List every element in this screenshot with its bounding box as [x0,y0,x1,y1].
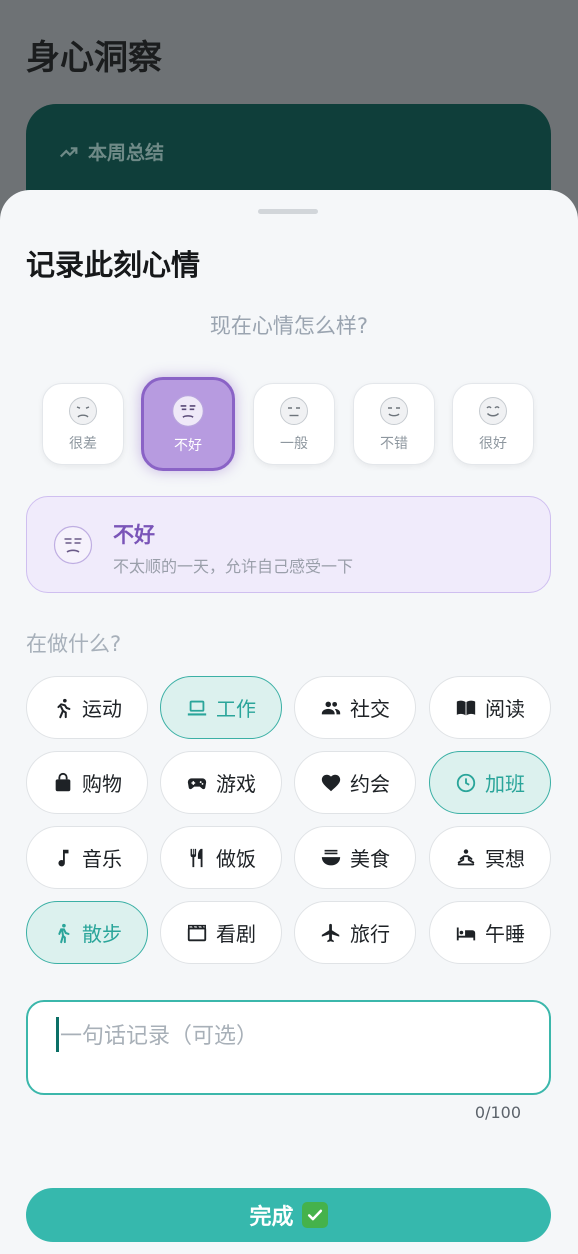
chip-label: 加班 [485,772,525,796]
airplane-icon [321,923,340,942]
chip-label: 运动 [82,697,122,721]
mood-option-neutral[interactable]: 一般 [253,383,335,465]
chip-label: 阅读 [485,697,525,721]
chip-label: 约会 [350,772,390,796]
mood-label: 不错 [380,435,408,452]
chip-label: 社交 [350,697,390,721]
running-icon [57,698,71,718]
activity-chip-games[interactable]: 游戏 [160,751,282,814]
good-face-icon [380,396,408,425]
activity-chip-reading[interactable]: 阅读 [429,676,551,739]
activity-chip-exercise[interactable]: 运动 [26,676,148,739]
mood-option-very-good[interactable]: 很好 [452,383,534,465]
chip-label: 冥想 [485,847,525,871]
sheet-title: 记录此刻心情 [26,248,201,282]
character-counter: 0/100 [474,1103,521,1122]
activity-chip-music[interactable]: 音乐 [26,826,148,889]
chip-label: 购物 [82,772,122,796]
utensils-icon [190,848,203,867]
bad-face-icon [53,525,93,565]
check-mark-icon [301,1202,328,1228]
very-good-face-icon [479,396,507,425]
shopping-bag-icon [55,772,71,791]
activity-chip-nap[interactable]: 午睡 [429,901,551,964]
mood-option-very-bad[interactable]: 很差 [42,383,124,465]
weekly-summary-label: 本周总结 [88,142,165,164]
bad-face-icon [172,394,204,427]
chip-label: 工作 [216,697,256,721]
chip-label: 午睡 [485,922,525,946]
selected-mood-title: 不好 [113,523,155,547]
mood-label: 一般 [280,435,308,452]
text-cursor [56,1017,59,1052]
chip-label: 美食 [350,847,390,871]
page-title: 身心洞察 [26,38,162,78]
neutral-face-icon [280,396,308,425]
gamepad-icon [187,777,207,789]
mood-option-bad[interactable]: 不好 [141,377,235,471]
heart-icon [321,774,341,791]
activity-chip-work[interactable]: 工作 [160,676,282,739]
chip-label: 旅行 [350,922,390,946]
mood-entry-sheet: 记录此刻心情 现在心情怎么样? 很差 不好 一般 不错 很好 不好 不太顺的一天… [0,190,578,1254]
note-input[interactable]: 一句话记录（可选） [26,1000,551,1095]
clock-icon [456,773,476,792]
bed-icon [456,927,476,940]
selected-mood-description: 不太顺的一天，允许自己感受一下 [113,557,354,576]
walking-icon [58,923,70,943]
meditation-icon [457,848,475,865]
activity-chip-social[interactable]: 社交 [294,676,416,739]
chip-label: 音乐 [82,847,122,871]
chip-label: 散步 [82,922,122,946]
people-icon [321,701,341,714]
activity-chip-overtime[interactable]: 加班 [429,751,551,814]
mood-option-good[interactable]: 不错 [353,383,435,465]
music-note-icon [58,849,69,866]
laptop-icon [187,700,207,716]
chip-label: 游戏 [216,772,256,796]
chip-label: 看剧 [216,922,256,946]
mood-question: 现在心情怎么样? [209,314,369,338]
weekly-summary-title: 本周总结 [58,138,164,165]
done-button[interactable]: 完成 [26,1188,551,1242]
very-bad-face-icon [69,396,97,425]
bowl-icon [321,849,341,865]
mood-label: 很好 [479,435,507,452]
activity-chip-shopping[interactable]: 购物 [26,751,148,814]
trending-up-icon [59,146,78,157]
selected-mood-card: 不好 不太顺的一天，允许自己感受一下 [26,496,551,593]
activity-chip-travel[interactable]: 旅行 [294,901,416,964]
note-placeholder: 一句话记录（可选） [60,1024,259,1049]
activity-chip-walking[interactable]: 散步 [26,901,148,964]
chip-label: 做饭 [216,847,256,871]
mood-label: 很差 [69,435,97,452]
activity-chip-meditation[interactable]: 冥想 [429,826,551,889]
activity-chip-food[interactable]: 美食 [294,826,416,889]
clapperboard-icon [187,924,207,941]
book-icon [456,700,476,715]
mood-label: 不好 [174,437,202,454]
activity-chip-cooking[interactable]: 做饭 [160,826,282,889]
activity-chip-date[interactable]: 约会 [294,751,416,814]
drag-handle[interactable] [258,209,318,214]
done-button-label: 完成 [249,1205,294,1230]
activity-chip-tv-series[interactable]: 看剧 [160,901,282,964]
activity-question: 在做什么? [26,632,122,656]
